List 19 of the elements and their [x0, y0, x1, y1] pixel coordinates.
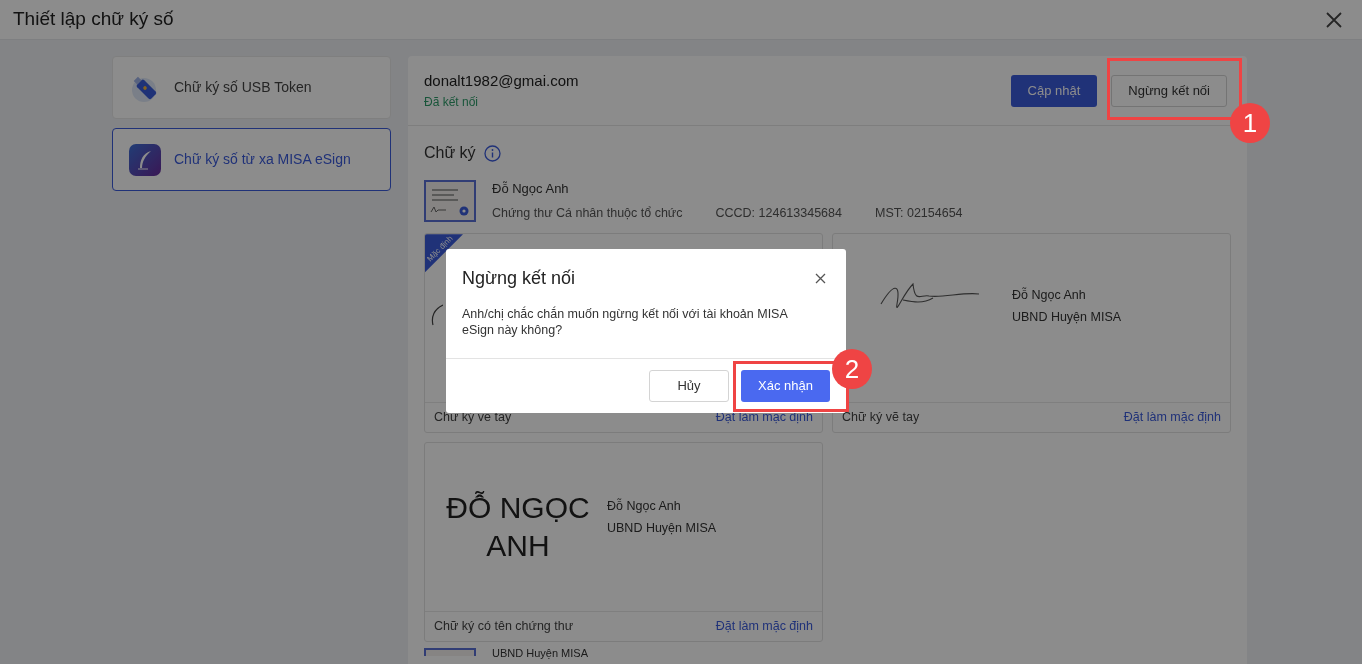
account-email: donalt1982@gmai.com [424, 70, 579, 91]
dialog-title: Ngừng kết nối [462, 267, 576, 290]
signature-line: Đỗ Ngọc Anh [1012, 286, 1087, 304]
signature-line: UBND Huyện MISA [607, 519, 717, 537]
signature-line: UBND Huyện MISA [1012, 308, 1122, 326]
signature-type: Chữ ký vẽ tay [842, 409, 920, 427]
window-title: Thiết lập chữ ký số [13, 7, 174, 32]
id-number: CCCD: 124613345684 [715, 204, 842, 222]
tax-code: MST: 02154654 [875, 204, 963, 222]
dialog-message: Anh/chị chắc chắn muốn ngừng kết nối với tài khoản MISA eSign này không? [461, 305, 789, 338]
certificate-type: Chứng thư Cá nhân thuộc tổ chức [492, 204, 683, 222]
certificate-name: UBND Huyện MISA [492, 648, 588, 660]
step-number: 1 [1230, 103, 1270, 143]
signature-type: Chữ ký có tên chứng thư [434, 618, 574, 636]
signature-name-text: ĐỖ NGỌC ANH [445, 490, 591, 565]
section-title: Chữ ký [424, 143, 476, 163]
connection-status: Đã kết nối [424, 94, 480, 112]
certificate-name: Đỗ Ngọc Anh [492, 180, 570, 198]
signature-line: Đỗ Ngọc Anh [607, 497, 682, 515]
